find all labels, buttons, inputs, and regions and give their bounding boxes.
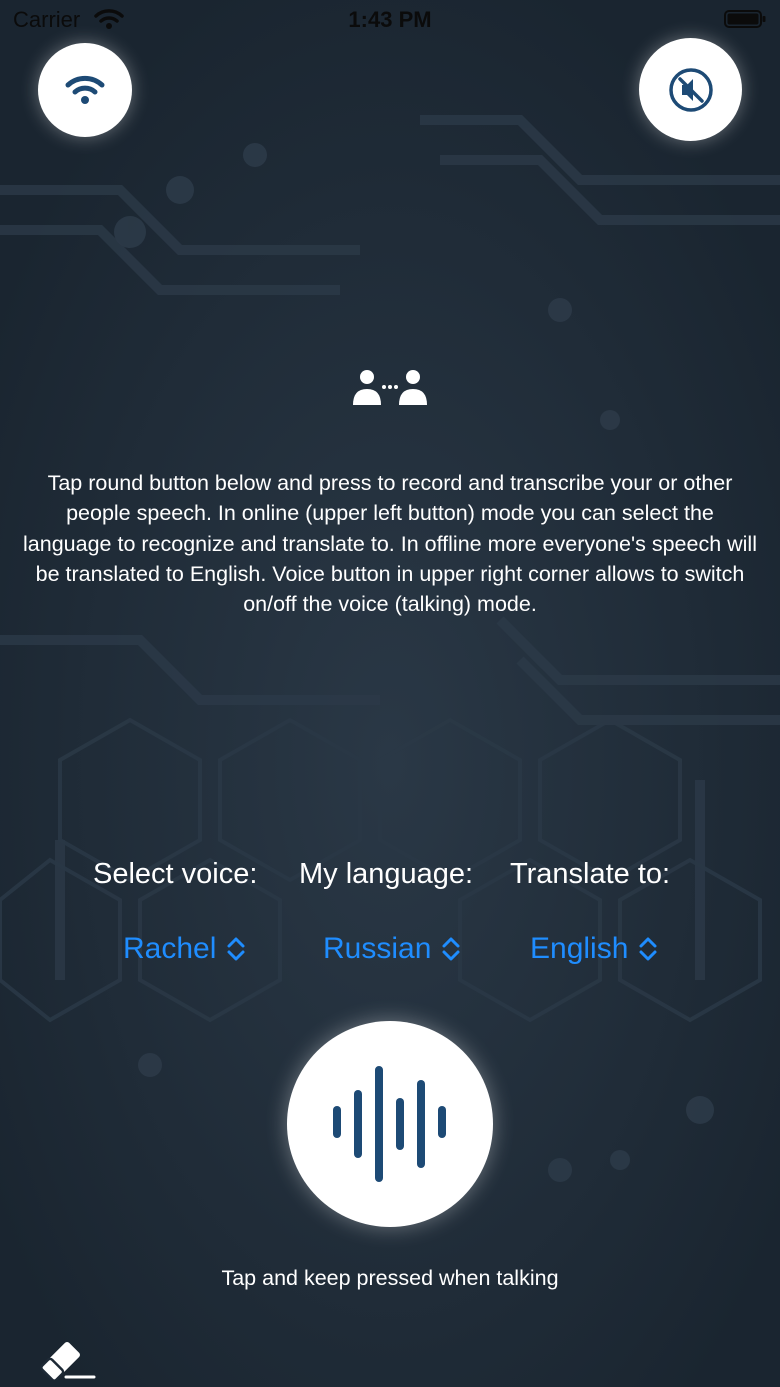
speaker-muted-icon bbox=[668, 67, 713, 112]
voice-picker[interactable]: Rachel bbox=[123, 932, 246, 966]
selector-pickers: Rachel Russian English bbox=[0, 932, 780, 972]
language-picker[interactable]: Russian bbox=[323, 932, 461, 966]
chevron-up-down-icon bbox=[227, 937, 245, 961]
record-button[interactable] bbox=[287, 1021, 493, 1227]
online-mode-button[interactable] bbox=[38, 43, 132, 137]
language-picker-value: Russian bbox=[323, 932, 432, 965]
app-screen: Carrier 1:43 PM Tap round button below a… bbox=[0, 0, 780, 1387]
battery-icon bbox=[724, 10, 766, 28]
status-bar: Carrier 1:43 PM bbox=[0, 0, 780, 40]
eraser-icon[interactable] bbox=[38, 1336, 96, 1380]
translate-label: Translate to: bbox=[510, 858, 671, 890]
translate-picker-value: English bbox=[530, 932, 629, 965]
translate-picker[interactable]: English bbox=[530, 932, 658, 966]
status-time: 1:43 PM bbox=[348, 7, 432, 32]
voice-mode-button[interactable] bbox=[639, 38, 742, 141]
selector-labels: Select voice: My language: Translate to: bbox=[0, 858, 780, 898]
people-conversation-icon bbox=[353, 370, 427, 405]
voice-picker-value: Rachel bbox=[123, 932, 217, 965]
chevron-up-down-icon bbox=[639, 937, 657, 961]
language-label: My language: bbox=[299, 858, 474, 890]
instructions-text: Tap round button below and press to reco… bbox=[23, 471, 757, 617]
sound-wave-icon bbox=[333, 1066, 446, 1182]
record-hint: Tap and keep pressed when talking bbox=[221, 1266, 559, 1290]
chevron-up-down-icon bbox=[442, 937, 460, 961]
wifi-icon bbox=[65, 75, 105, 104]
voice-label: Select voice: bbox=[93, 858, 258, 890]
